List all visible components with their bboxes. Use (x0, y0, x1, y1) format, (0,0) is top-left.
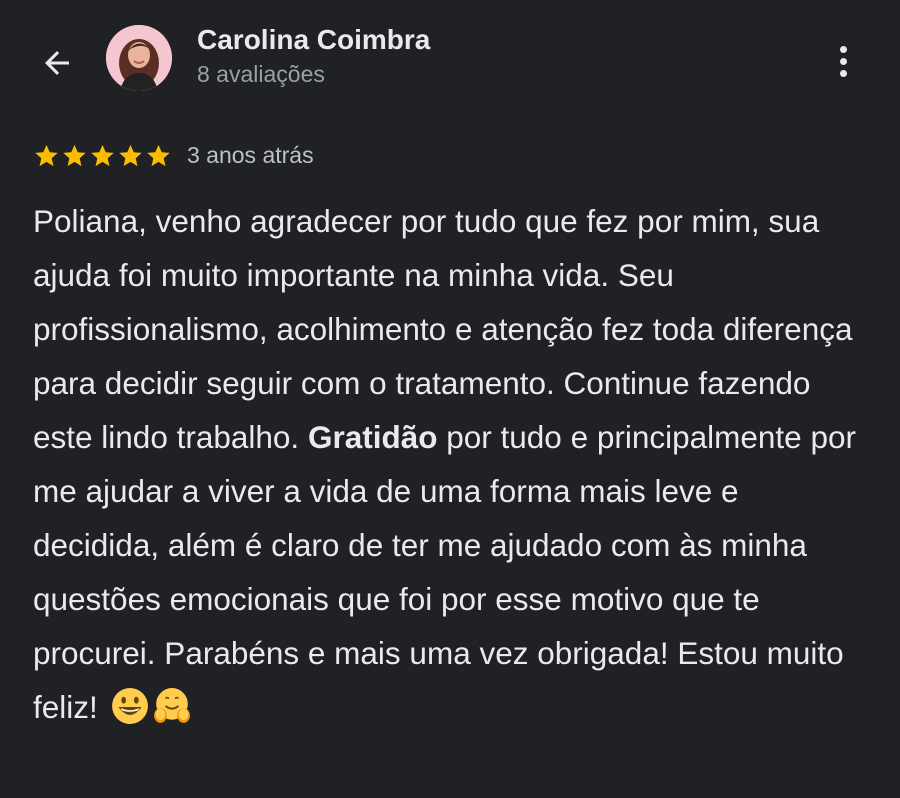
more-vertical-icon-dot (839, 69, 847, 77)
arrow-left-icon (45, 51, 69, 75)
star-icon (119, 144, 142, 166)
review-text-part1: Poliana, venho agradecer por tudo que fe… (33, 203, 853, 455)
author-review-count: 8 avaliações (197, 61, 325, 87)
back-button[interactable] (34, 40, 80, 86)
star-icon (63, 144, 86, 166)
star-icon (147, 144, 170, 166)
author-name[interactable]: Carolina Coimbra (197, 24, 430, 56)
user-photo-icon (106, 25, 172, 91)
review-text-bold: Gratidão (307, 419, 438, 455)
star-icon (35, 144, 58, 166)
rating-row: 3 anos atrás (33, 139, 314, 171)
review-time: 3 anos atrás (187, 141, 314, 168)
grinning-face-emoji (111, 688, 148, 724)
more-options-button[interactable] (822, 40, 864, 82)
review-text: Poliana, venho agradecer por tudo que fe… (33, 194, 873, 734)
review-text-part2: por tudo e principalmente por me ajudar … (33, 419, 856, 725)
review-header: Carolina Coimbra 8 avaliações (0, 0, 900, 120)
hugging-face-emoji (153, 688, 190, 723)
avatar[interactable] (106, 25, 172, 91)
star-icon (91, 144, 114, 166)
more-vertical-icon-dot (839, 57, 847, 65)
more-vertical-icon (839, 45, 847, 53)
star-rating (33, 142, 172, 169)
review-body: Poliana, venho agradecer por tudo que fe… (33, 194, 873, 734)
